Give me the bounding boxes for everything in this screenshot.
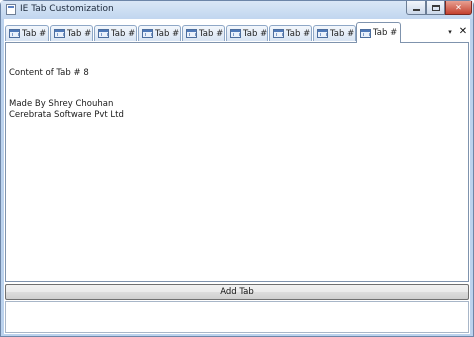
tab-label: Tab # 0 [22,28,48,39]
company-text: Cerebrata Software Pvt Ltd [9,110,124,120]
minimize-icon [412,8,420,11]
tab-label: Tab # 8 [373,28,400,38]
tab-0[interactable]: Tab # 0 [5,25,49,41]
tab-label: Tab # 4 [199,28,224,39]
add-tab-button[interactable]: Add Tab [5,284,469,300]
tab-2[interactable]: Tab # 2 [94,25,137,41]
window-icon[interactable] [6,4,16,15]
tab-page-icon [142,29,153,38]
window-title: IE Tab Customization [20,4,114,14]
tab-strip: Tab # 0 Tab # 1 Tab # 2 Tab # 3 Tab # 4 … [4,19,470,43]
tab-label: Tab # 3 [155,28,180,39]
tab-8[interactable]: Tab # 8 [356,22,401,43]
tab-content-panel: Content of Tab # 8 Made By Shrey Chouhan… [5,42,469,282]
tab-page-icon [273,29,284,38]
tab-page-icon [186,29,197,38]
tab-page-icon [317,29,328,38]
author-text: Made By Shrey Chouhan [9,99,114,109]
tab-page-icon [360,28,371,38]
tab-5[interactable]: Tab # 5 [226,25,268,41]
tab-label: Tab # 1 [67,28,92,39]
tab-1[interactable]: Tab # 1 [50,25,93,41]
tab-label: Tab # 6 [286,28,311,39]
minimize-button[interactable] [406,1,426,15]
window-close-button[interactable]: ✕ [445,1,472,15]
chevron-down-icon[interactable]: ▾ [445,27,455,37]
maximize-button[interactable] [426,1,445,15]
tab-label: Tab # 2 [111,28,136,39]
tab-content-text: Content of Tab # 8 [9,68,89,78]
tab-7[interactable]: Tab # 7 [313,25,356,41]
tab-page-icon [54,29,65,38]
client-area: Tab # 0 Tab # 1 Tab # 2 Tab # 3 Tab # 4 … [4,19,470,334]
tab-page-icon [230,29,241,38]
tab-label: Tab # 5 [243,28,268,39]
close-icon[interactable]: ✕ [458,26,468,37]
tab-page-icon [98,29,109,38]
bottom-panel [5,301,469,333]
tab-3[interactable]: Tab # 3 [138,25,181,41]
maximize-icon [431,4,440,11]
tab-4[interactable]: Tab # 4 [182,25,225,41]
tab-6[interactable]: Tab # 6 [269,25,312,41]
tab-label: Tab # 7 [330,28,355,39]
close-icon: ✕ [455,3,462,12]
app-window: IE Tab Customization ✕ Tab # 0 Tab # 1 T… [0,0,474,337]
tab-page-icon [9,29,20,38]
title-bar[interactable]: IE Tab Customization ✕ [1,1,473,19]
